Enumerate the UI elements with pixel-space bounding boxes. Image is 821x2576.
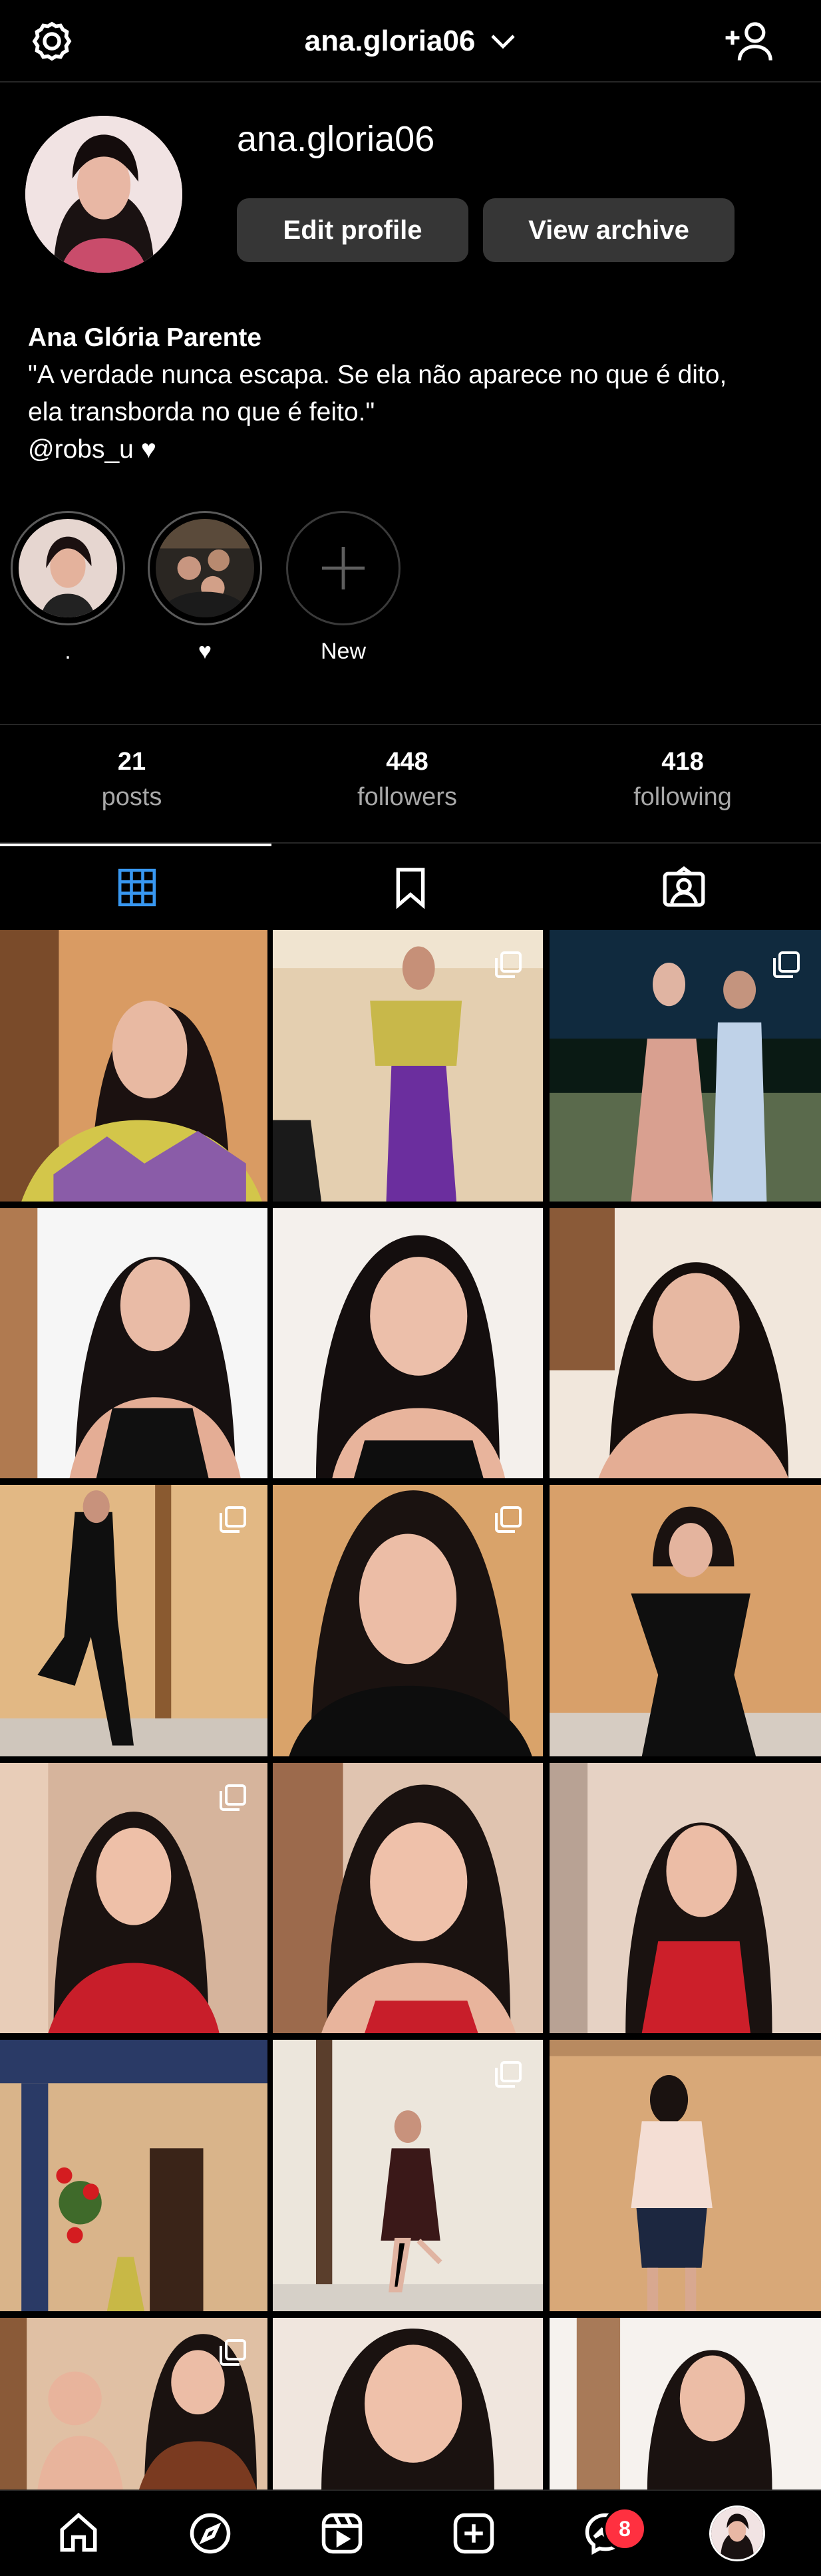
post-image [0,2040,267,2311]
post-tile[interactable] [273,2318,543,2490]
messenger-badge: 8 [603,2507,647,2551]
posts-label: posts [101,783,162,811]
gear-icon[interactable] [25,15,79,68]
post-image [273,2318,543,2490]
highlight-cover [11,511,125,625]
account-switcher[interactable]: ana.gloria06 [266,20,555,63]
edit-profile-button[interactable]: Edit profile [237,198,468,262]
profile-avatar-large[interactable] [25,116,182,273]
bio-line-2: ela transborda no que é feito." [28,398,375,426]
post-image [0,1208,267,1478]
post-image [550,2040,821,2311]
highlight-1[interactable]: . [7,511,129,665]
post-tile[interactable] [550,1208,821,1478]
multiple-posts-icon [495,951,522,978]
new-highlight-circle [286,511,401,625]
post-image [273,1208,543,1478]
followers-stat[interactable]: 448 followers [307,748,507,812]
multiple-posts-icon [495,1506,522,1533]
tab-saved[interactable] [273,845,547,930]
posts-count: 21 [117,748,146,776]
highlight-label: ♥ [198,639,212,664]
post-tile[interactable] [550,2318,821,2490]
post-tile[interactable] [0,1208,267,1478]
bio-mention-link[interactable]: @robs_u [28,435,134,464]
tagged-icon [663,866,705,907]
highlight-label: New [320,639,367,664]
following-count: 418 [661,748,704,776]
post-image [550,2318,821,2490]
tab-active-indicator [0,844,271,846]
post-tile[interactable] [550,930,821,1202]
highlight-image [156,519,254,617]
bottom-nav [0,2490,821,2576]
followers-count: 448 [386,748,428,776]
profile-username: ana.gloria06 [237,119,435,159]
profile-avatar-image [709,2505,765,2561]
highlight-2[interactable]: ♥ [144,511,266,665]
bio-line-3: @robs_u ♥ [28,431,800,468]
multiple-posts-icon [220,2339,246,2366]
post-tile[interactable] [0,2040,267,2311]
chevron-down-icon [490,32,516,51]
explore-icon[interactable] [177,2500,244,2567]
tab-tagged[interactable] [547,845,820,930]
post-tile[interactable] [273,2040,543,2311]
grid-icon [118,868,156,907]
post-tile[interactable] [273,930,543,1202]
profile-stats: 21 posts 448 followers 418 following [0,724,821,844]
multiple-posts-icon [220,1506,246,1533]
header-username: ana.gloria06 [304,25,476,57]
multiple-posts-icon [495,2061,522,2088]
highlight-image [19,519,117,617]
post-image [0,930,267,1202]
bio: Ana Glória Parente "A verdade nunca esca… [28,319,800,468]
multiple-posts-icon [220,1784,246,1811]
create-icon[interactable] [440,2500,507,2567]
saved-icon [396,868,424,909]
post-tile[interactable] [0,1763,267,2033]
post-tile[interactable] [273,1763,543,2033]
post-tile[interactable] [550,1485,821,1756]
following-stat[interactable]: 418 following [583,748,782,812]
post-image [550,1208,821,1478]
post-tile[interactable] [550,2040,821,2311]
post-tile[interactable] [0,930,267,1202]
highlight-cover [148,511,262,625]
home-icon[interactable] [45,2500,112,2567]
post-image [273,1763,543,2033]
post-image [550,1763,821,2033]
following-label: following [633,783,732,811]
bio-line-1: "A verdade nunca escapa. Se ela não apar… [28,361,727,389]
highlight-label: . [65,639,71,664]
post-image [550,1485,821,1756]
add-person-icon[interactable] [720,13,780,69]
followers-label: followers [357,783,457,811]
posts-stat[interactable]: 21 posts [32,748,232,812]
tab-grid[interactable] [0,845,273,930]
new-highlight-button[interactable]: New [282,511,405,665]
post-tile[interactable] [273,1208,543,1478]
multiple-posts-icon [773,951,800,978]
post-tile[interactable] [0,1485,267,1756]
full-name: Ana Glória Parente [28,323,262,352]
post-tile[interactable] [550,1763,821,2033]
heart-icon: ♥ [140,435,156,464]
plus-icon [322,547,365,589]
reels-icon[interactable] [309,2500,375,2567]
profile-tabs [0,845,821,930]
view-archive-button[interactable]: View archive [483,198,735,262]
post-tile[interactable] [273,1485,543,1756]
post-tile[interactable] [0,2318,267,2490]
profile-avatar[interactable] [704,2500,770,2567]
